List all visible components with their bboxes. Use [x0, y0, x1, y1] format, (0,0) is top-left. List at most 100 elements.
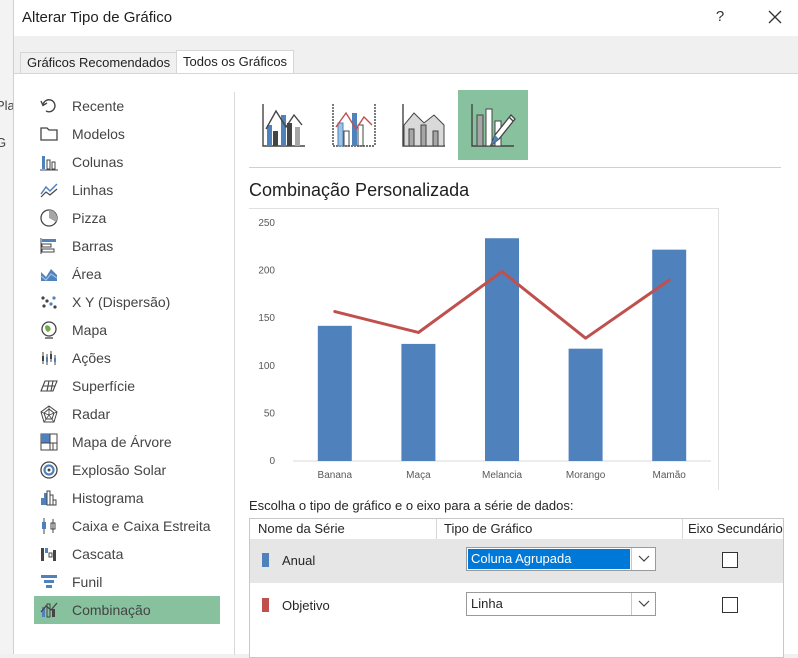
subtype-custom-combination[interactable]	[458, 90, 528, 160]
help-button[interactable]: ?	[710, 6, 730, 28]
x-tick-label: Maça	[406, 470, 431, 481]
secondary-axis-checkbox[interactable]	[722, 552, 738, 568]
treemap-chart-icon	[38, 432, 60, 452]
header-series-name: Nome da Série	[258, 521, 345, 536]
nav-item-radar[interactable]: Radar	[34, 400, 220, 428]
series-row-anual[interactable]: Anual Coluna Agrupada	[250, 539, 783, 583]
header-separator	[436, 519, 437, 539]
funnel-chart-icon	[38, 572, 60, 592]
header-chart-type: Tipo de Gráfico	[444, 521, 533, 536]
nav-item-mapa[interactable]: Mapa	[34, 316, 220, 344]
title-bar: Alterar Tipo de Gráfico ?	[14, 0, 798, 36]
close-button[interactable]	[764, 6, 786, 28]
y-tick-label: 250	[258, 218, 275, 229]
combo-area-column-icon	[402, 104, 445, 147]
nav-label: Área	[72, 266, 102, 282]
bar	[568, 348, 603, 461]
nav-label: Linhas	[72, 182, 114, 198]
vertical-separator	[234, 92, 235, 655]
nav-label: Cascata	[72, 546, 124, 562]
nav-label: Barras	[72, 238, 114, 254]
combo-chart-icon	[38, 600, 60, 620]
nav-label: Explosão Solar	[72, 462, 167, 478]
bar-chart-icon	[38, 236, 60, 256]
series-name: Objetivo	[282, 598, 330, 613]
dialog-content: Recente Modelos Colunas Linhas Pizza Bar…	[14, 73, 798, 658]
nav-item-funil[interactable]: Funil	[34, 568, 220, 596]
nav-label: Radar	[72, 406, 111, 422]
x-tick-label: Melancia	[482, 470, 522, 481]
y-tick-label: 200	[258, 266, 275, 277]
secondary-axis-checkbox[interactable]	[722, 597, 738, 613]
nav-label: Ações	[72, 350, 111, 366]
tab-all-charts[interactable]: Todos os Gráficos	[176, 50, 295, 74]
series-row-objetivo[interactable]: Objetivo Linha	[250, 584, 783, 628]
combo-column-line-icon	[262, 104, 305, 147]
y-tick-label: 100	[258, 361, 275, 372]
nav-label: Caixa e Caixa Estreita	[72, 518, 211, 534]
close-icon	[768, 10, 782, 24]
chart-svg: 0 50 100 150 200 250 Banana Maça Melancia Morango…	[258, 218, 711, 481]
nav-label: Mapa	[72, 322, 108, 338]
stock-chart-icon	[38, 348, 60, 368]
nav-item-histograma[interactable]: Histograma	[34, 484, 220, 512]
nav-item-caixa-e-caixa-estreita[interactable]: Caixa e Caixa Estreita	[34, 512, 220, 540]
nav-item-superficie[interactable]: Superfície	[34, 372, 220, 400]
nav-item-colunas[interactable]: Colunas	[34, 148, 220, 176]
chart-type-select[interactable]: Coluna Agrupada	[466, 547, 656, 571]
nav-item-barras[interactable]: Barras	[34, 232, 220, 260]
background-window-strip: Pla G	[0, 0, 14, 654]
nav-item-modelos[interactable]: Modelos	[34, 120, 220, 148]
chart-type-value: Linha	[471, 596, 503, 611]
y-tick-label: 50	[264, 408, 276, 419]
nav-item-explosao-solar[interactable]: Explosão Solar	[34, 456, 220, 484]
nav-label: Funil	[72, 574, 103, 590]
nav-item-linhas[interactable]: Linhas	[34, 176, 220, 204]
tab-strip: Gráficos Recomendados Todos os Gráficos	[14, 36, 798, 74]
tab-recommended-charts[interactable]: Gráficos Recomendados	[20, 52, 178, 74]
series-name: Anual	[282, 553, 316, 568]
nav-item-combinacao[interactable]: Combinação	[34, 596, 220, 624]
column-chart-icon	[38, 152, 60, 172]
nav-label: Pizza	[72, 210, 107, 226]
x-tick-label: Banana	[318, 470, 353, 481]
folder-icon	[38, 124, 60, 144]
dialog-title: Alterar Tipo de Gráfico	[22, 9, 173, 26]
nav-label: Modelos	[72, 126, 125, 142]
nav-item-pizza[interactable]: Pizza	[34, 204, 220, 232]
nav-item-recente[interactable]: Recente	[34, 92, 220, 120]
nav-item-acoes[interactable]: Ações	[34, 344, 220, 372]
chevron-down-icon	[638, 555, 649, 562]
subtype-clustered-column-line-secondary[interactable]	[319, 90, 389, 160]
nav-item-area[interactable]: Área	[34, 260, 220, 288]
series-prompt: Escolha o tipo de gráfico e o eixo para …	[249, 498, 574, 513]
y-tick-label: 150	[258, 313, 275, 324]
nav-label: Histograma	[72, 490, 144, 506]
line-chart-icon	[38, 180, 60, 200]
nav-label: Combinação	[72, 602, 151, 618]
combo-column-line-secondary-icon	[332, 104, 376, 147]
map-chart-icon	[38, 320, 60, 340]
dropdown-arrow[interactable]	[631, 548, 655, 570]
subtype-stacked-area-column[interactable]	[389, 90, 459, 160]
x-tick-label: Mamão	[653, 470, 687, 481]
background-fragment-1: Pla	[0, 98, 14, 113]
bar	[317, 325, 352, 461]
change-chart-type-dialog: Pla G Alterar Tipo de Gráfico ? Gráficos…	[0, 0, 798, 658]
nav-item-cascata[interactable]: Cascata	[34, 540, 220, 568]
pie-chart-icon	[38, 208, 60, 228]
subtype-clustered-column-line[interactable]	[249, 90, 319, 160]
chart-type-select[interactable]: Linha	[466, 592, 656, 616]
bar	[401, 343, 436, 461]
header-secondary-axis: Eixo Secundário	[688, 521, 783, 536]
nav-item-mapa-de-arvore[interactable]: Mapa de Árvore	[34, 428, 220, 456]
radar-chart-icon	[38, 404, 60, 424]
nav-item-dispersao[interactable]: X Y (Dispersão)	[34, 288, 220, 316]
nav-label: Colunas	[72, 154, 124, 170]
dropdown-arrow[interactable]	[631, 593, 655, 615]
nav-label: Mapa de Árvore	[72, 434, 172, 450]
background-fragment-2: G	[0, 135, 6, 150]
series-color-swatch	[262, 553, 269, 567]
chevron-down-icon	[638, 600, 649, 607]
waterfall-chart-icon	[38, 544, 60, 564]
